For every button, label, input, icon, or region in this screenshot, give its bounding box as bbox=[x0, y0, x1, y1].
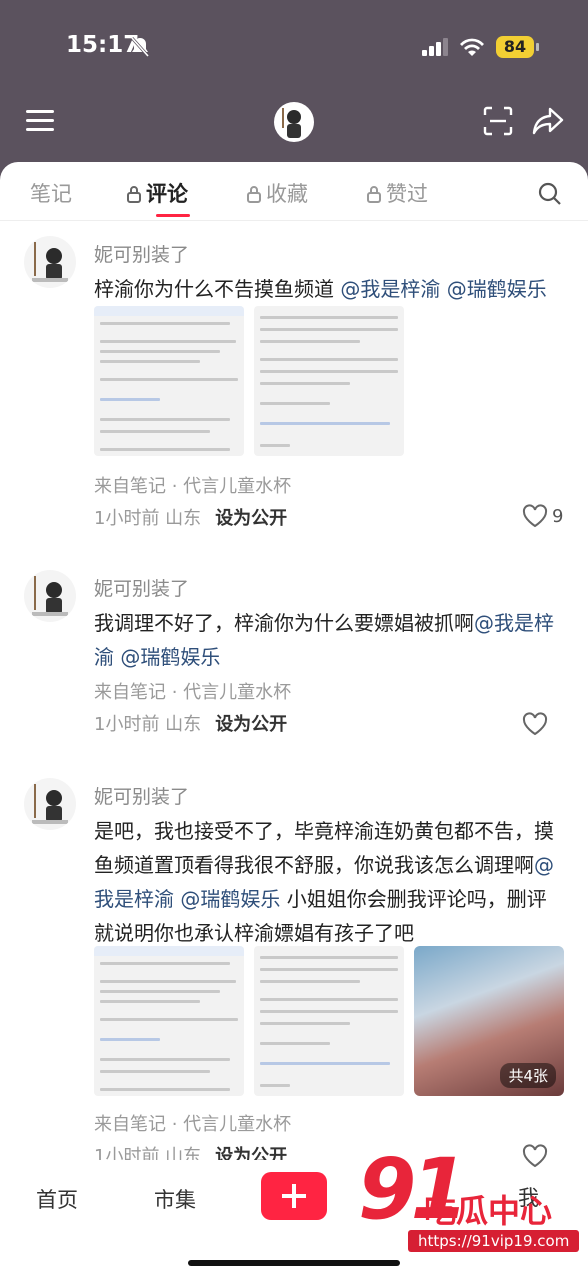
menu-icon[interactable] bbox=[26, 108, 54, 138]
comment-source[interactable]: 来自笔记 · 代言儿童水杯 bbox=[94, 678, 291, 704]
like-count: 9 bbox=[552, 506, 564, 527]
set-public-button[interactable]: 设为公开 bbox=[215, 508, 287, 529]
mention-link[interactable]: @我是梓 bbox=[474, 611, 554, 635]
comment-time: 1小时前 山东 bbox=[94, 508, 202, 529]
comment-author[interactable]: 妮可别装了 bbox=[94, 782, 189, 809]
tab-notes[interactable]: 笔记 bbox=[30, 178, 72, 208]
watermark: 91 吃瓜中心 https://91vip19.com bbox=[358, 1140, 580, 1260]
comment-meta: 1小时前 山东 设为公开 bbox=[94, 710, 287, 736]
tab-favorites-label: 收藏 bbox=[266, 182, 308, 206]
comment-line: 鱼频道置顶看得我很不舒服，你说我该怎么调理啊 bbox=[94, 853, 534, 877]
set-public-button[interactable]: 设为公开 bbox=[215, 714, 287, 735]
comment-line: 小姐姐你会删我评论吗，删评 bbox=[280, 887, 547, 911]
comment-image[interactable] bbox=[94, 946, 244, 1096]
lock-icon bbox=[246, 184, 262, 208]
comment-text: 我调理不好了，梓渝你为什么要嫖娼被抓啊@我是梓渝 @瑞鹤娱乐 bbox=[94, 606, 570, 674]
active-tab-indicator bbox=[156, 214, 190, 217]
profile-avatar[interactable] bbox=[274, 102, 314, 142]
tab-comments[interactable]: 评论 bbox=[126, 178, 188, 208]
comment-line: 就说明你也承认梓渝嫖娼有孩子了吧 bbox=[94, 921, 414, 945]
create-post-button[interactable] bbox=[261, 1172, 327, 1220]
comment-author[interactable]: 妮可别装了 bbox=[94, 240, 189, 267]
comment-image[interactable] bbox=[94, 306, 244, 456]
mention-link[interactable]: @我是梓渝 bbox=[340, 277, 440, 301]
lock-icon bbox=[366, 184, 382, 208]
comment-text: 梓渝你为什么不告摸鱼频道 @我是梓渝 @瑞鹤娱乐 bbox=[94, 272, 570, 306]
comment-author[interactable]: 妮可别装了 bbox=[94, 574, 189, 601]
heart-icon[interactable] bbox=[522, 712, 548, 740]
battery-indicator: 84 bbox=[496, 36, 534, 58]
tab-liked-label: 赞过 bbox=[386, 182, 428, 206]
nav-market[interactable]: 市集 bbox=[154, 1184, 196, 1214]
silent-bell-icon bbox=[130, 36, 150, 62]
wifi-icon bbox=[458, 36, 486, 62]
comment-line: 是吧，我也接受不了，毕竟梓渝连奶黄包都不告，摸 bbox=[94, 819, 554, 843]
mention-link[interactable]: @瑞鹤娱乐 bbox=[447, 277, 547, 301]
image-count-badge: 共4张 bbox=[500, 1063, 556, 1088]
mention-link[interactable]: @ bbox=[534, 853, 554, 877]
lock-icon bbox=[126, 184, 142, 208]
tab-liked[interactable]: 赞过 bbox=[366, 178, 428, 208]
comment-avatar[interactable] bbox=[24, 236, 76, 288]
comment-text-body: 我调理不好了，梓渝你为什么要嫖娼被抓啊 bbox=[94, 611, 474, 635]
comment-photo[interactable]: 共4张 bbox=[414, 946, 564, 1096]
comment-time: 1小时前 山东 bbox=[94, 714, 202, 735]
scan-icon[interactable] bbox=[483, 106, 513, 140]
signal-icon bbox=[422, 38, 450, 60]
search-icon[interactable] bbox=[538, 182, 562, 210]
nav-home[interactable]: 首页 bbox=[36, 1184, 78, 1214]
profile-tabs: 笔记 评论 收藏 赞过 bbox=[0, 162, 588, 221]
share-icon[interactable] bbox=[532, 106, 564, 140]
comment-meta: 1小时前 山东 设为公开 bbox=[94, 504, 287, 530]
watermark-url: https://91vip19.com bbox=[408, 1230, 580, 1252]
comment-avatar[interactable] bbox=[24, 778, 76, 830]
comment-image[interactable] bbox=[254, 946, 404, 1096]
mention-link[interactable]: 渝 @瑞鹤娱乐 bbox=[94, 645, 220, 669]
tab-comments-label: 评论 bbox=[146, 182, 188, 206]
top-nav bbox=[0, 100, 588, 148]
comment-text-body: 梓渝你为什么不告摸鱼频道 bbox=[94, 277, 334, 301]
profile-header: 15:17 84 bbox=[0, 0, 588, 180]
comment-source[interactable]: 来自笔记 · 代言儿童水杯 bbox=[94, 1110, 291, 1136]
comment-source[interactable]: 来自笔记 · 代言儿童水杯 bbox=[94, 472, 291, 498]
heart-icon[interactable] bbox=[522, 504, 548, 532]
home-indicator bbox=[188, 1260, 400, 1266]
comment-image[interactable] bbox=[254, 306, 404, 456]
comment-avatar[interactable] bbox=[24, 570, 76, 622]
watermark-text: 吃瓜中心 bbox=[424, 1192, 553, 1230]
mention-link[interactable]: 我是梓渝 @瑞鹤娱乐 bbox=[94, 887, 280, 911]
status-bar: 15:17 84 bbox=[0, 30, 588, 66]
tab-favorites[interactable]: 收藏 bbox=[246, 178, 308, 208]
status-time: 15:17 bbox=[66, 32, 140, 58]
comment-text: 是吧，我也接受不了，毕竟梓渝连奶黄包都不告，摸 鱼频道置顶看得我很不舒服，你说我该… bbox=[94, 814, 570, 950]
battery-cap bbox=[536, 43, 539, 51]
